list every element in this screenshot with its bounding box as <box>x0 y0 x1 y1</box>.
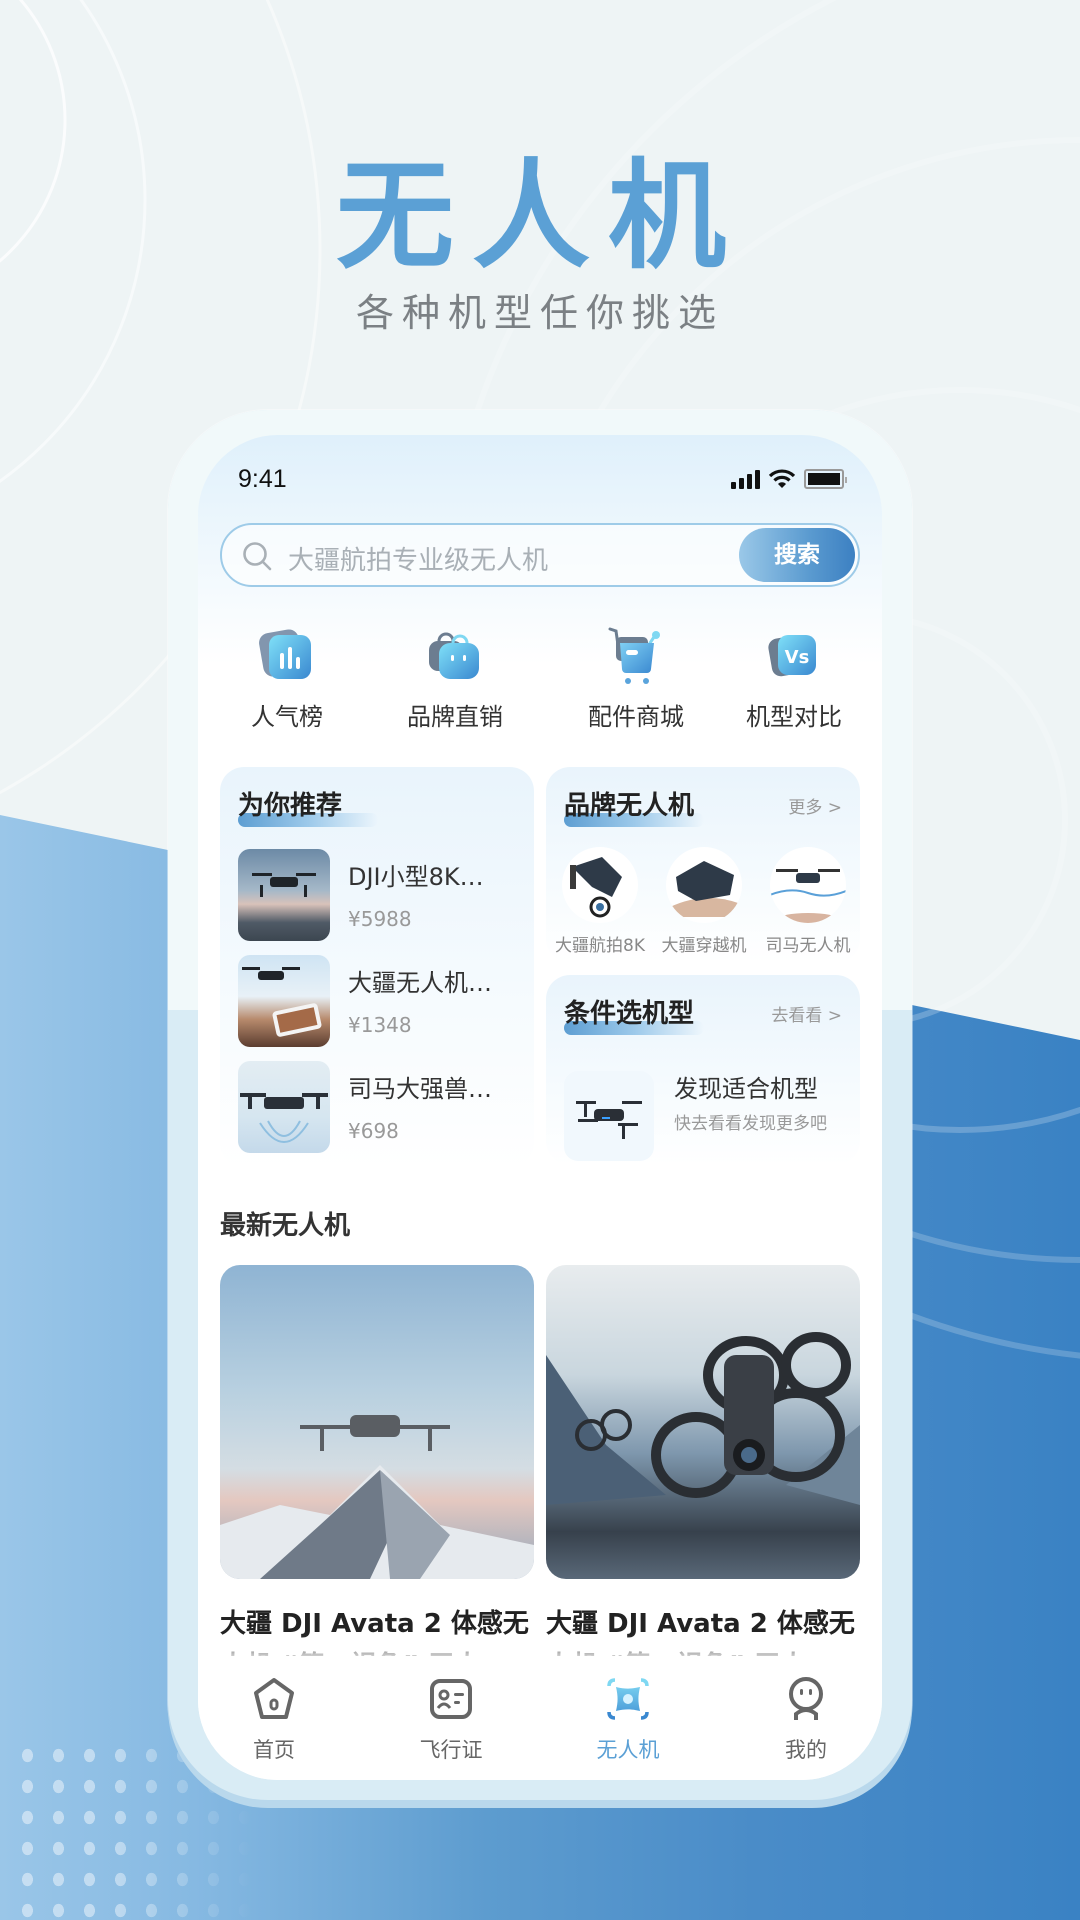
filter-card[interactable]: 条件选机型 去看看 > 发现适合机型 快去看看发现更多吧 <box>546 975 860 1165</box>
status-time: 9:41 <box>238 465 287 493</box>
category-label: 品牌直销 <box>407 703 503 731</box>
signal-icon <box>731 469 760 489</box>
category-label: 人气榜 <box>251 703 323 731</box>
filter-desc: 快去看看发现更多吧 <box>674 1114 827 1134</box>
profile-icon <box>789 1677 823 1720</box>
product-name: 大疆无人机… <box>348 969 492 997</box>
product-price: ¥5988 <box>348 907 412 931</box>
drone-icon <box>607 1678 649 1720</box>
svg-text:Vs: Vs <box>785 647 810 668</box>
category-popular[interactable]: 人气榜 <box>217 625 357 732</box>
chart-icon <box>257 625 317 685</box>
category-label: 配件商城 <box>588 703 684 731</box>
brand-title: 品牌无人机 <box>564 791 695 821</box>
cart-icon <box>606 625 666 685</box>
brand-thumbnail <box>666 847 742 923</box>
brand-label: 大疆穿越机 <box>661 936 747 956</box>
product-price: ¥1348 <box>348 1013 412 1037</box>
filter-thumbnail <box>564 1071 654 1161</box>
tab-profile[interactable]: 我的 <box>746 1676 866 1764</box>
brand-card: 品牌无人机 更多 > 大疆航拍8K 大疆穿越机 司马无人机 <box>546 767 860 963</box>
category-label: 机型对比 <box>746 703 842 731</box>
tab-drone[interactable]: 无人机 <box>568 1676 688 1764</box>
bottom-tab-bar: 首页 飞行证 无人机 我的 <box>198 1656 882 1780</box>
recommend-item[interactable]: 司马大强兽… ¥698 <box>238 1061 528 1153</box>
latest-item-name: 大疆 DJI Avata 2 体感无 <box>220 1609 529 1639</box>
tab-label: 首页 <box>253 1738 295 1762</box>
category-brand-direct[interactable]: 品牌直销 <box>385 625 525 732</box>
category-row: 人气榜 品牌直销 配件商城 Vs 机型对比 <box>198 625 882 735</box>
brand-more-link[interactable]: 更多 > <box>788 793 842 818</box>
product-thumbnail <box>238 849 330 941</box>
id-card-icon <box>430 1679 472 1719</box>
latest-item-image[interactable] <box>220 1265 534 1579</box>
brand-item[interactable]: 司马无人机 <box>756 847 860 956</box>
wifi-icon <box>769 469 795 488</box>
battery-icon <box>804 469 847 489</box>
brand-label: 大疆航拍8K <box>555 936 645 956</box>
status-bar: 9:41 <box>198 465 882 505</box>
filter-go-link[interactable]: 去看看 > <box>771 1001 842 1026</box>
brand-item[interactable]: 大疆航拍8K <box>548 847 652 956</box>
search-icon <box>243 542 272 571</box>
product-price: ¥698 <box>348 1119 399 1143</box>
category-compare[interactable]: Vs 机型对比 <box>724 625 864 732</box>
hero-subtitle: 各种机型任你挑选 <box>355 291 724 335</box>
tab-label: 我的 <box>785 1738 827 1762</box>
product-thumbnail <box>238 1061 330 1153</box>
recommend-item[interactable]: DJI小型8K… ¥5988 <box>238 849 528 941</box>
vs-icon: Vs <box>764 625 824 685</box>
phone-screen: 9:41 大疆航拍专业级无人机 搜索 人气榜 品牌直销 配件商城 Vs 机型对比… <box>198 435 882 1780</box>
recommend-card: 为你推荐 DJI小型8K… ¥5988 大疆无人机… ¥1348 司马大强兽… … <box>220 767 534 1167</box>
product-name: DJI小型8K… <box>348 863 484 891</box>
tab-label: 飞行证 <box>419 1738 483 1762</box>
search-button[interactable]: 搜索 <box>739 528 855 582</box>
brand-item[interactable]: 大疆穿越机 <box>652 847 756 956</box>
search-input[interactable]: 大疆航拍专业级无人机 <box>288 540 548 577</box>
latest-item-name: 大疆 DJI Avata 2 体感无 <box>546 1609 855 1639</box>
search-bar[interactable]: 大疆航拍专业级无人机 搜索 <box>220 523 860 587</box>
hero-title: 无人机 <box>335 147 744 285</box>
category-accessories[interactable]: 配件商城 <box>566 625 706 732</box>
tab-flight-license[interactable]: 飞行证 <box>391 1676 511 1764</box>
filter-title: 条件选机型 <box>564 999 695 1029</box>
recommend-title: 为你推荐 <box>238 791 343 821</box>
latest-section-title: 最新无人机 <box>220 1211 351 1241</box>
shopping-bag-icon <box>425 625 485 685</box>
latest-item-image[interactable] <box>546 1265 860 1579</box>
product-name: 司马大强兽… <box>348 1075 492 1103</box>
tab-home[interactable]: 首页 <box>214 1676 334 1764</box>
recommend-item[interactable]: 大疆无人机… ¥1348 <box>238 955 528 1047</box>
brand-thumbnail <box>562 847 638 923</box>
brand-thumbnail <box>770 847 846 923</box>
home-icon <box>254 1678 294 1719</box>
filter-headline: 发现适合机型 <box>674 1075 818 1103</box>
tab-label: 无人机 <box>596 1738 660 1762</box>
brand-label: 司马无人机 <box>765 936 851 956</box>
product-thumbnail <box>238 955 330 1047</box>
